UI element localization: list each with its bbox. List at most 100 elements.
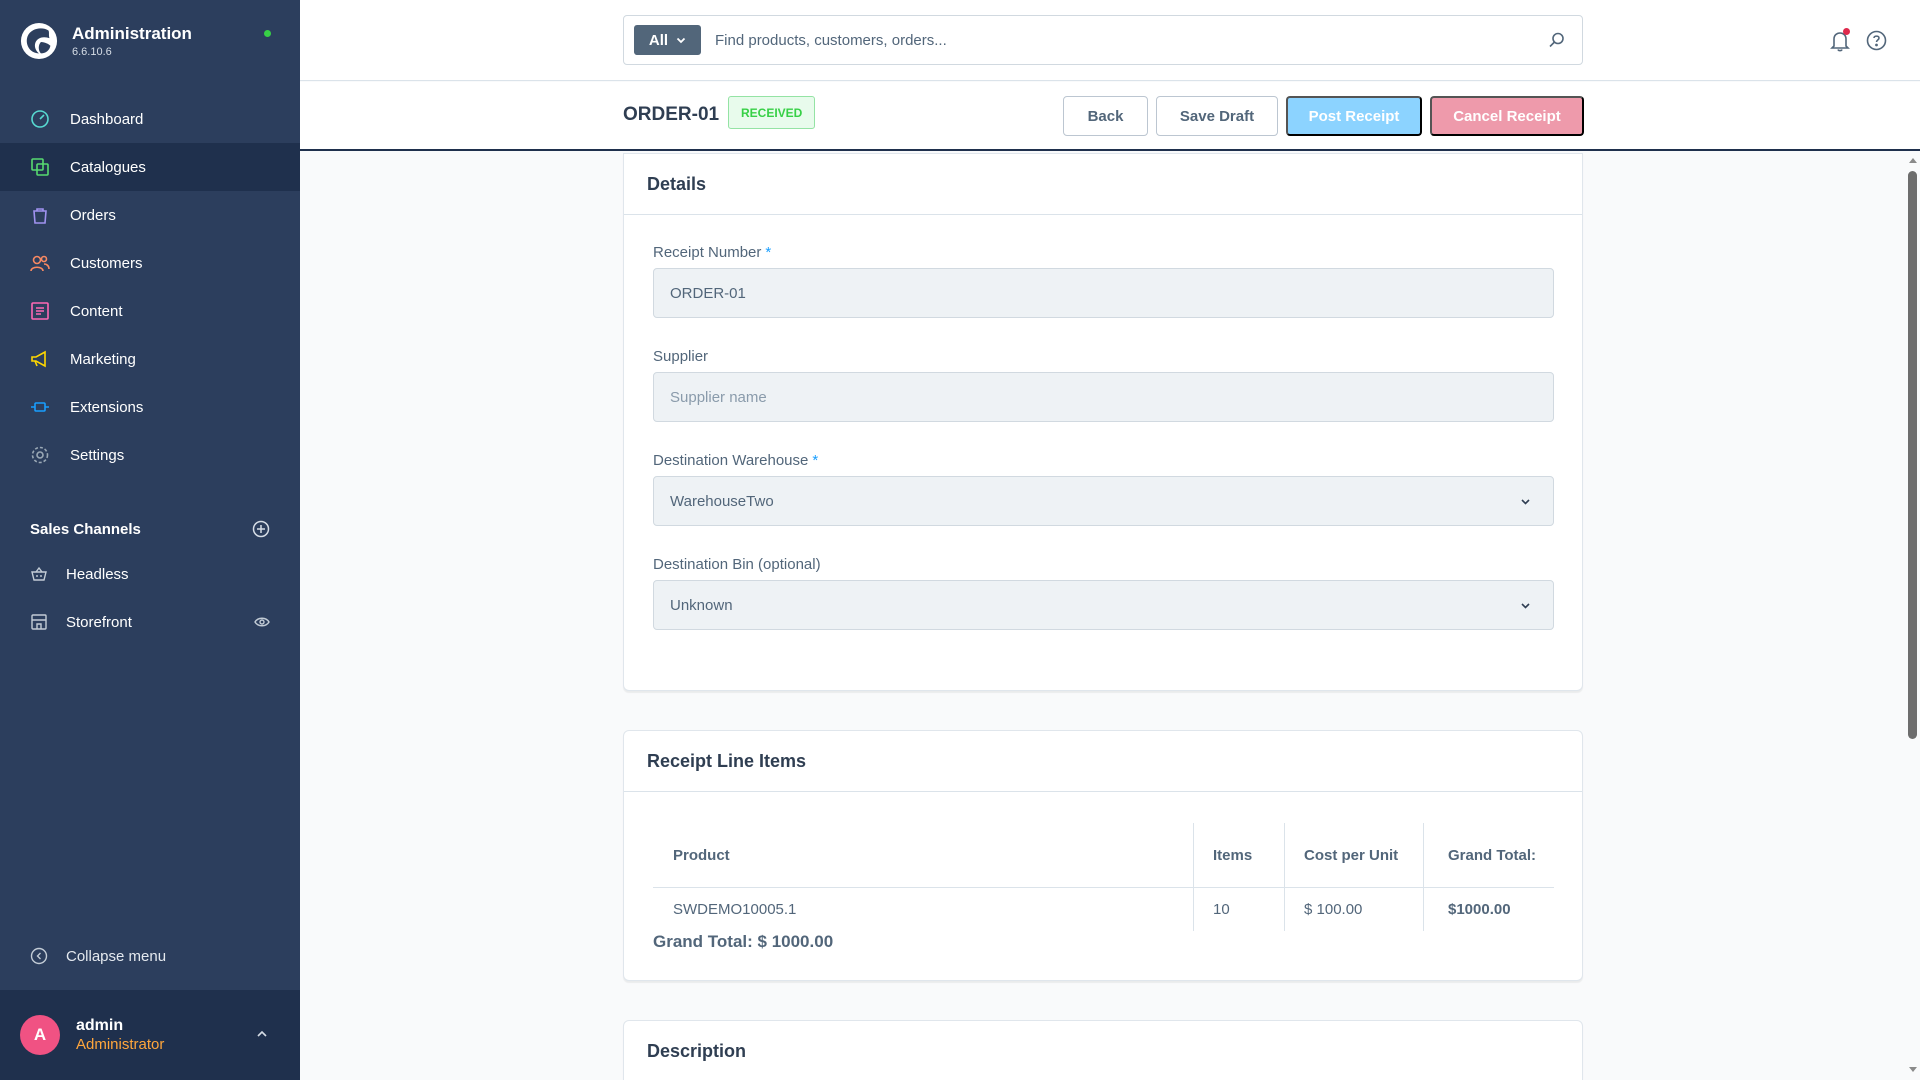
bin-select[interactable]: Unknown (653, 580, 1554, 630)
online-status-dot (264, 30, 271, 37)
post-receipt-button[interactable]: Post Receipt (1286, 96, 1422, 136)
cell-items: 10 (1213, 900, 1230, 918)
description-heading: Description (624, 1021, 1582, 1080)
nav-label: Orders (70, 206, 116, 224)
scroll-up-arrow-icon[interactable] (1908, 156, 1918, 164)
shopware-logo-icon (20, 22, 58, 60)
chevron-down-icon (676, 37, 686, 44)
nav-label: Customers (70, 254, 143, 272)
sales-channel-label: Headless (66, 565, 129, 583)
app-version: 6.6.10.6 (72, 46, 112, 58)
nav-item-marketing[interactable]: Marketing (0, 335, 300, 383)
column-header-items: Items (1213, 846, 1253, 864)
search-scope-label: All (648, 31, 669, 49)
nav-item-content[interactable]: Content (0, 287, 300, 335)
line-items-heading: Receipt Line Items (624, 731, 1582, 792)
cancel-receipt-button[interactable]: Cancel Receipt (1430, 96, 1584, 136)
sales-channel-list: Headless Storefront (0, 550, 300, 646)
receipt-number-field[interactable]: ORDER-01 (653, 268, 1554, 318)
cell-total: $1000.00 (1448, 900, 1511, 918)
details-heading: Details (624, 154, 1582, 215)
receipt-number-label: Receipt Number * (653, 244, 771, 261)
column-divider (1193, 823, 1194, 931)
gear-icon (30, 445, 50, 465)
nav-item-dashboard[interactable]: Dashboard (0, 95, 300, 143)
save-draft-button[interactable]: Save Draft (1156, 96, 1278, 136)
user-menu[interactable]: A admin Administrator (0, 990, 300, 1080)
cell-cost: $ 100.00 (1304, 900, 1363, 918)
supplier-field[interactable]: Supplier name (653, 372, 1554, 422)
megaphone-icon (30, 349, 50, 369)
chevron-down-icon (1520, 496, 1531, 507)
warehouse-label-text: Destination Warehouse (653, 452, 809, 469)
nav-label: Content (70, 302, 123, 320)
column-header-cost: Cost per Unit (1304, 846, 1399, 864)
column-header-product: Product (673, 846, 730, 864)
required-mark: * (812, 452, 819, 469)
supplier-label: Supplier (653, 348, 709, 365)
sales-channel-headless[interactable]: Headless (0, 550, 300, 598)
required-mark: * (765, 244, 772, 261)
sales-channel-storefront[interactable]: Storefront (0, 598, 300, 646)
receipt-number-label-text: Receipt Number (653, 244, 762, 261)
smart-bar: ORDER-01 RECEIVED Back Save Draft Post R… (300, 82, 1920, 151)
user-role: Administrator (76, 1036, 165, 1053)
details-card: Details Receipt Number * ORDER-01 Supplie… (623, 153, 1583, 691)
warehouse-value: WarehouseTwo (670, 492, 774, 510)
avatar: A (20, 1015, 60, 1055)
nav-label: Extensions (70, 398, 144, 416)
bin-value: Unknown (670, 596, 733, 614)
sales-channel-label: Storefront (66, 613, 132, 631)
user-name: admin (76, 1017, 124, 1034)
nav-item-catalogues[interactable]: Catalogues (0, 143, 300, 191)
receipt-line-items-card: Receipt Line Items Product Items Cost pe… (623, 730, 1583, 981)
brand[interactable]: Administration 6.6.10.6 (20, 22, 192, 60)
sales-channels-title: Sales Channels (30, 520, 141, 538)
column-divider (1423, 823, 1424, 931)
search-scope-select[interactable]: All (634, 25, 701, 55)
page-scrollbar-thumb[interactable] (1908, 171, 1917, 739)
cell-product: SWDEMO10005.1 (673, 900, 797, 918)
basket-icon (30, 565, 48, 583)
grand-total: Grand Total: $ 1000.00 (653, 932, 834, 951)
chevron-up-icon[interactable] (256, 1028, 268, 1040)
collapse-arrow-icon (30, 947, 48, 965)
app-title: Administration (72, 24, 192, 43)
nav-item-settings[interactable]: Settings (0, 431, 300, 479)
bin-label: Destination Bin (optional) (653, 556, 821, 573)
main-nav: Dashboard Catalogues Orders Customers Co… (0, 95, 300, 479)
plug-icon (30, 397, 50, 417)
eye-icon[interactable] (254, 614, 270, 630)
search-input[interactable] (715, 31, 1548, 49)
sidebar: Administration 6.6.10.6 Dashboard Catalo… (0, 0, 300, 1080)
add-circle-icon[interactable] (252, 520, 270, 538)
nav-label: Catalogues (70, 158, 146, 176)
scroll-down-arrow-icon[interactable] (1908, 1066, 1918, 1074)
nav-item-customers[interactable]: Customers (0, 239, 300, 287)
chevron-down-icon (1520, 600, 1531, 611)
column-divider (1284, 823, 1285, 931)
status-badge: RECEIVED (728, 96, 816, 129)
notification-dot (1843, 28, 1850, 35)
warehouse-select[interactable]: WarehouseTwo (653, 476, 1554, 526)
search-icon[interactable] (1548, 31, 1566, 49)
description-card: Description (623, 1020, 1583, 1080)
nav-item-orders[interactable]: Orders (0, 191, 300, 239)
top-bar: All (300, 0, 1920, 81)
notifications-button[interactable] (1830, 28, 1850, 57)
dashboard-gauge-icon (30, 109, 50, 129)
help-circle-icon (1866, 30, 1887, 51)
users-icon (30, 253, 50, 273)
nav-item-extensions[interactable]: Extensions (0, 383, 300, 431)
page-title: ORDER-01 (623, 104, 720, 125)
catalogue-layers-icon (30, 157, 50, 177)
storefront-icon (30, 613, 48, 631)
collapse-menu-label: Collapse menu (66, 947, 167, 965)
help-button[interactable] (1866, 30, 1887, 56)
warehouse-label: Destination Warehouse * (653, 452, 818, 469)
back-button[interactable]: Back (1063, 96, 1148, 136)
collapse-menu-button[interactable]: Collapse menu (30, 947, 166, 965)
content-list-icon (30, 301, 50, 321)
shopping-bag-icon (30, 205, 50, 225)
sales-channels-heading: Sales Channels (30, 520, 270, 538)
